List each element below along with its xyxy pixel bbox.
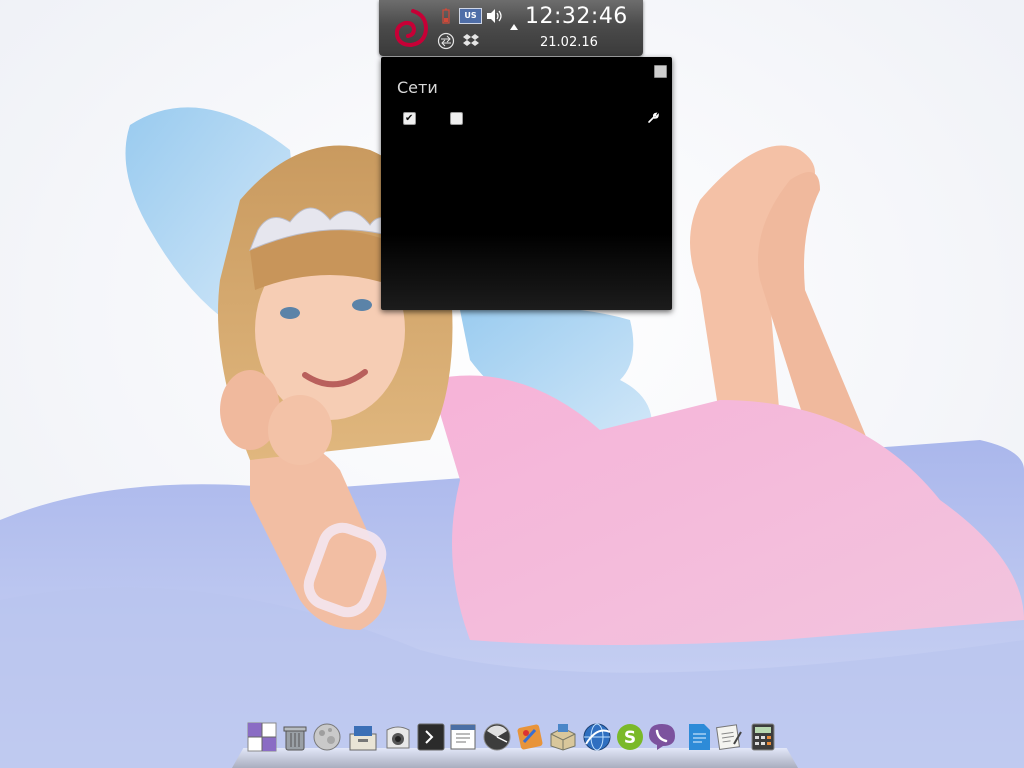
clock-date[interactable]: 21.02.16 <box>540 35 620 50</box>
wrench-icon[interactable] <box>647 112 659 124</box>
calculator-icon[interactable] <box>748 722 778 752</box>
expand-arrow-icon[interactable] <box>510 24 518 30</box>
notes-icon[interactable] <box>714 722 744 752</box>
document-icon[interactable] <box>684 722 714 752</box>
volume-icon[interactable] <box>485 8 505 24</box>
file-manager-icon[interactable] <box>348 722 378 752</box>
archive-manager-icon[interactable] <box>548 722 578 752</box>
network-checkbox-2[interactable] <box>450 112 463 125</box>
system-monitor-icon[interactable] <box>482 722 512 752</box>
text-editor-icon[interactable] <box>448 722 478 752</box>
svg-text:S: S <box>624 728 636 748</box>
clock-time[interactable]: 12:32:46 <box>525 4 637 29</box>
workspace-switcher-icon[interactable] <box>247 722 277 752</box>
dropbox-icon[interactable] <box>462 32 480 50</box>
check-mark-icon: ✔ <box>405 113 414 124</box>
popup-title: Сети <box>397 78 438 97</box>
paint-icon[interactable] <box>515 722 545 752</box>
battery-icon[interactable] <box>441 8 451 24</box>
trash-icon[interactable] <box>280 722 310 752</box>
debian-icon[interactable] <box>386 5 430 51</box>
network-checkbox-1[interactable]: ✔ <box>403 112 416 125</box>
network-icon[interactable] <box>437 32 455 50</box>
terminal-icon[interactable] <box>416 722 446 752</box>
camera-icon[interactable] <box>383 722 413 752</box>
skype-icon[interactable]: S <box>615 722 645 752</box>
network-popup: Сети ✔ <box>381 57 672 310</box>
browser-icon[interactable] <box>582 722 612 752</box>
viber-icon[interactable] <box>647 722 677 752</box>
moon-icon[interactable] <box>312 722 342 752</box>
keyboard-layout-icon[interactable]: US <box>459 8 482 24</box>
pin-icon[interactable] <box>654 65 667 78</box>
